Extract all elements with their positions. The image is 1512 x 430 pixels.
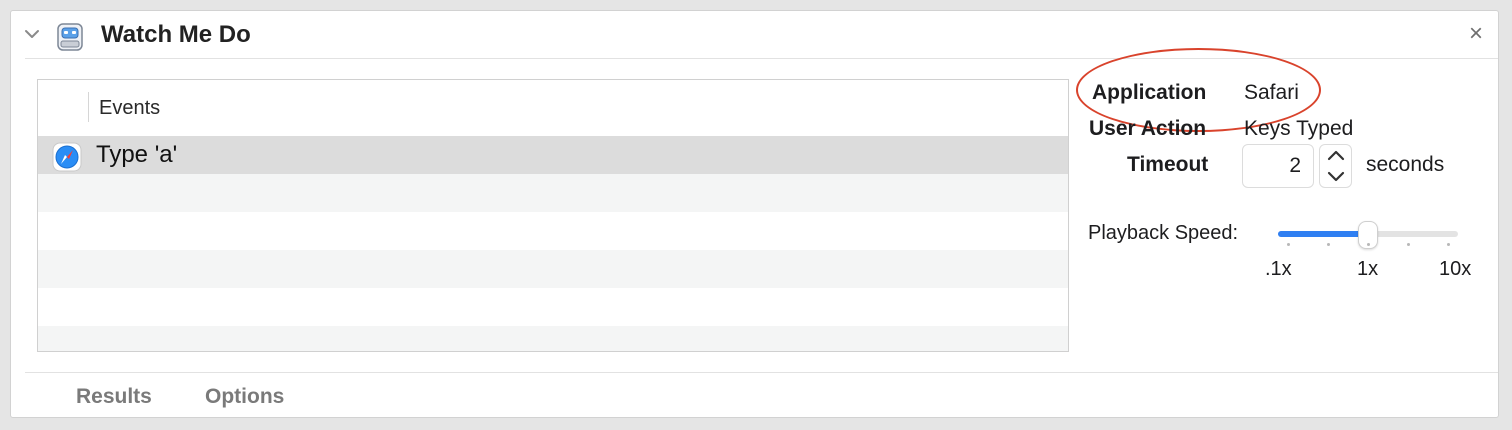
table-row[interactable]: Type 'a' (38, 136, 1068, 174)
action-header: Watch Me Do × (11, 11, 1498, 59)
playback-speed-slider[interactable] (1278, 221, 1458, 251)
timeout-value: 2 (1289, 154, 1301, 177)
slider-fill (1278, 231, 1368, 237)
events-column-title[interactable]: Events (99, 96, 160, 120)
events-table-header: Events (38, 80, 1068, 137)
application-label: Application (1092, 81, 1207, 104)
timeout-label: Timeout (1127, 153, 1209, 176)
event-label: Type 'a' (96, 141, 178, 168)
user-action-label: User Action (1089, 117, 1207, 140)
table-row-empty (38, 288, 1068, 326)
table-row-empty (38, 250, 1068, 288)
slider-tick (1327, 243, 1330, 246)
safari-icon (52, 142, 82, 172)
tab-results[interactable]: Results (76, 385, 152, 409)
chevron-up-icon (1327, 150, 1345, 161)
robot-icon (57, 23, 83, 51)
application-value: Safari (1244, 81, 1299, 104)
column-separator (88, 92, 89, 122)
stepper-down-button[interactable] (1320, 166, 1351, 187)
timeout-input[interactable]: 2 (1242, 144, 1314, 188)
close-icon[interactable]: × (1464, 22, 1488, 46)
playback-speed-label: Playback Speed: (1088, 222, 1239, 244)
stepper-up-button[interactable] (1320, 145, 1351, 166)
table-row-empty (38, 212, 1068, 250)
slider-tick (1447, 243, 1450, 246)
timeout-stepper[interactable] (1319, 144, 1352, 188)
watch-me-do-action-panel: Watch Me Do × Events Type 'a' Applicatio… (10, 10, 1499, 418)
slider-tick (1367, 243, 1370, 246)
tab-options[interactable]: Options (205, 385, 284, 409)
slider-tick (1287, 243, 1290, 246)
events-table[interactable]: Events Type 'a' (37, 79, 1069, 352)
chevron-down-icon (1327, 171, 1345, 182)
slider-tick (1407, 243, 1410, 246)
user-action-value: Keys Typed (1244, 117, 1354, 140)
tick-label-min: .1x (1265, 258, 1292, 280)
chevron-down-icon[interactable] (24, 27, 40, 41)
tick-label-mid: 1x (1357, 258, 1379, 280)
table-row-empty (38, 174, 1068, 212)
tick-label-max: 10x (1439, 258, 1472, 280)
timeout-unit: seconds (1366, 153, 1445, 176)
table-row-empty (38, 326, 1068, 351)
action-title: Watch Me Do (101, 21, 251, 48)
header-divider (25, 58, 1498, 59)
footer-divider (25, 372, 1498, 373)
